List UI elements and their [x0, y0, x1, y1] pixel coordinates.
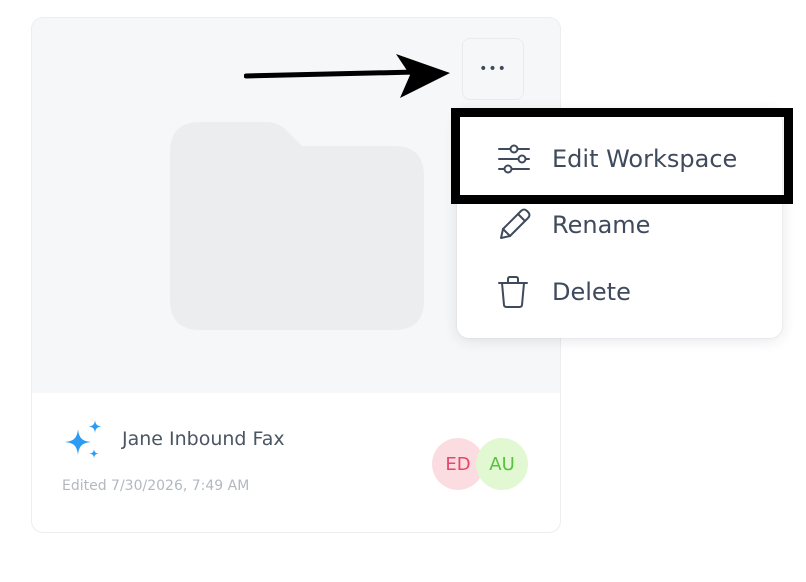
menu-item-rename[interactable]: Rename — [457, 194, 782, 256]
workspace-name[interactable]: Jane Inbound Fax — [122, 428, 285, 450]
menu-item-edit-workspace[interactable]: Edit Workspace — [457, 128, 782, 190]
more-options-button[interactable]: ••• — [462, 38, 524, 100]
avatar: AU — [476, 438, 528, 490]
sliders-icon — [497, 142, 531, 176]
trash-icon — [497, 275, 531, 309]
more-dots-icon: ••• — [479, 61, 507, 77]
stage: ••• Jane Inbound Fax Edited 7/30/2026, 7… — [0, 0, 806, 582]
workspace-footer: Jane Inbound Fax Edited 7/30/2026, 7:49 … — [32, 393, 560, 532]
menu-item-label: Delete — [552, 278, 631, 306]
sparkle-icon — [64, 420, 106, 462]
workspace-context-menu: Edit Workspace Rename Delete — [457, 110, 782, 338]
menu-item-label: Edit Workspace — [552, 145, 738, 173]
pencil-icon — [497, 208, 531, 242]
member-avatars: ED AU — [432, 438, 532, 490]
annotation-arrow — [243, 52, 452, 100]
folder-icon — [170, 122, 424, 330]
menu-item-label: Rename — [552, 211, 651, 239]
menu-item-delete[interactable]: Delete — [457, 261, 782, 323]
workspace-edited-timestamp: Edited 7/30/2026, 7:49 AM — [62, 478, 250, 494]
